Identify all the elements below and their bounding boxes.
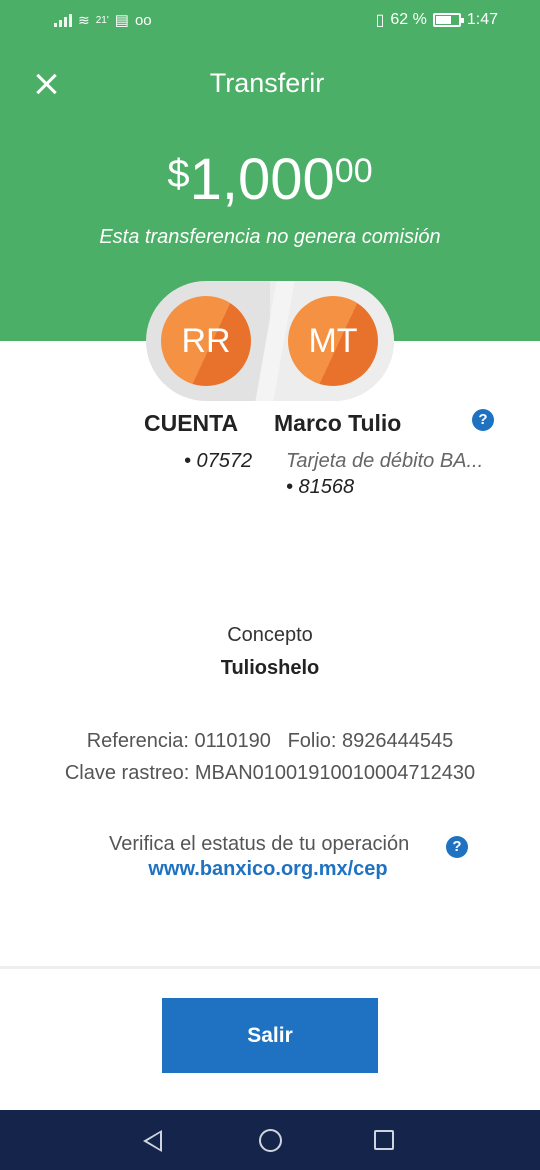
status-right: ▯ 62 % 1:47 xyxy=(376,10,498,30)
amount-currency: $ xyxy=(167,152,190,196)
amount-main: 1,000 xyxy=(189,147,335,212)
recipient-account-type: Tarjeta de débito BA... xyxy=(286,450,484,472)
help-icon[interactable]: ? xyxy=(472,409,494,431)
transfer-amount: $1,00000 xyxy=(0,146,540,213)
avatar-to: MT xyxy=(288,296,378,386)
status-time: 1:47 xyxy=(466,11,498,28)
from-account-label: CUENTA xyxy=(144,410,239,436)
battery-percent: 62 % xyxy=(390,11,427,28)
page-title: Transferir xyxy=(209,68,325,98)
vibrate-icon: ▯ xyxy=(375,12,385,29)
exit-button[interactable]: Salir xyxy=(162,998,378,1073)
concept-label: Concepto xyxy=(227,624,313,646)
wifi-icon: ≋ xyxy=(78,11,90,28)
message-icon: ▤ xyxy=(114,12,129,29)
concept-value: Tulioshelo xyxy=(220,657,320,679)
reference-folio: Referencia: 0110190 Folio: 8926444545 xyxy=(86,730,454,752)
status-small-text: 21' xyxy=(95,14,109,26)
signal-icon xyxy=(54,13,72,27)
verify-text: Verifica el estatus de tu operación xyxy=(109,833,410,855)
status-bar: ≋ 21' ▤ ᴏᴏ ▯ 62 % 1:47 xyxy=(0,0,540,42)
recent-apps-icon[interactable] xyxy=(374,1130,394,1150)
amount-cents: 00 xyxy=(334,152,373,190)
divider xyxy=(0,966,540,969)
voicemail-icon: ᴏᴏ xyxy=(134,11,152,29)
banxico-link[interactable]: www.banxico.org.mx/cep xyxy=(0,858,536,881)
help-icon[interactable]: ? xyxy=(446,836,468,858)
home-icon[interactable] xyxy=(259,1129,282,1152)
commission-note: Esta transferencia no genera comisión xyxy=(99,226,441,248)
avatar-from: RR xyxy=(161,296,251,386)
recipient-account-number: • 81568 xyxy=(286,476,355,498)
from-account-number: • 07572 xyxy=(184,450,253,472)
status-left: ≋ 21' ▤ ᴏᴏ xyxy=(54,11,152,29)
back-icon[interactable] xyxy=(143,1130,162,1152)
battery-icon xyxy=(432,13,464,27)
tracking-key: Clave rastreo: MBAN01001910010004712430 xyxy=(64,762,476,784)
recipient-name: Marco Tulio xyxy=(274,410,402,436)
